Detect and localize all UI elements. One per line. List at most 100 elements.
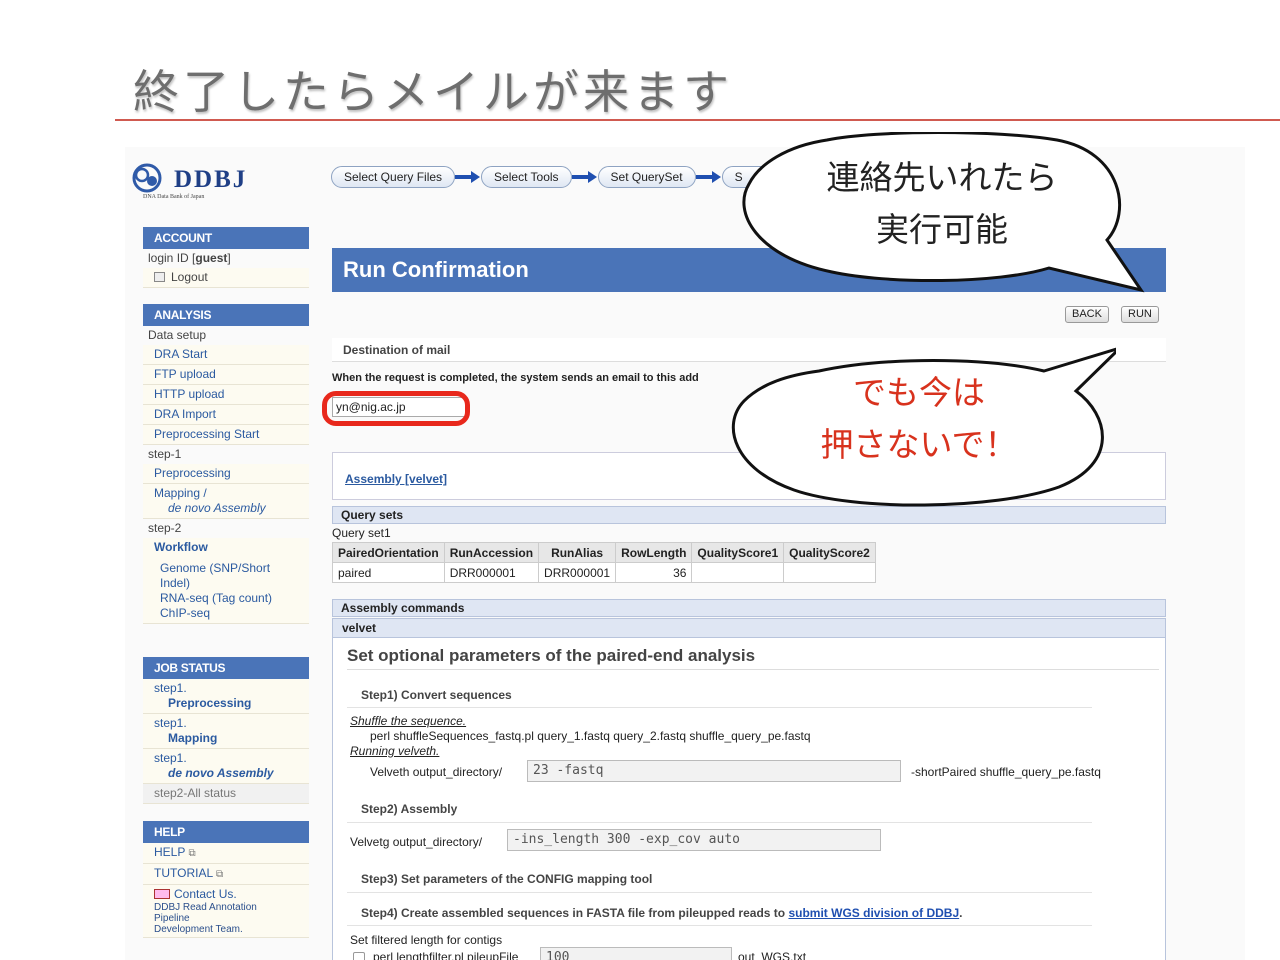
external-link-icon: ⧉ bbox=[188, 848, 196, 859]
col-header: RunAccession bbox=[443, 542, 540, 563]
wf-chipseq[interactable]: ChIP-seq bbox=[160, 606, 309, 621]
destination-note: When the request is completed, the syste… bbox=[332, 372, 699, 384]
email-highlight-ring bbox=[322, 391, 470, 426]
ddbj-logo-icon bbox=[132, 163, 162, 193]
job-status-section: JOB STATUS step1. Preprocessing step1. M… bbox=[143, 657, 309, 804]
col-header: PairedOrientation bbox=[332, 542, 445, 563]
col-header: RunAlias bbox=[538, 542, 617, 563]
account-section: ACCOUNT login ID [guest] Logout bbox=[143, 227, 309, 288]
job-all-status[interactable]: step2-All status bbox=[143, 784, 309, 804]
logo-text: DDBJ bbox=[174, 166, 248, 193]
callout-top-text: 連絡先いれたら 実行可能 bbox=[826, 158, 1058, 249]
contact-link[interactable]: Contact Us. DDBJ Read Annotation Pipelin… bbox=[143, 885, 309, 938]
sidebar-item-http-upload[interactable]: HTTP upload bbox=[143, 385, 309, 405]
ddbj-logo[interactable]: DDBJ bbox=[130, 162, 310, 207]
velvet-header: velvet bbox=[333, 619, 1165, 638]
step-arrow-icon bbox=[571, 171, 598, 183]
wf-indel[interactable]: Indel) bbox=[160, 576, 309, 591]
shuffle-command: perl shuffleSequences_fastq.pl query_1.f… bbox=[370, 729, 811, 743]
velvetg-input[interactable]: -ins_length 300 -exp_cov auto bbox=[507, 829, 881, 851]
job-preprocessing[interactable]: step1. Preprocessing bbox=[143, 679, 309, 714]
sidebar-item-mapping[interactable]: Mapping / de novo Assembly bbox=[143, 484, 309, 519]
job-denovo-assembly[interactable]: step1. de novo Assembly bbox=[143, 749, 309, 784]
login-id: login ID [guest] bbox=[148, 251, 231, 265]
divider bbox=[347, 669, 1159, 670]
cell: DRR000001 bbox=[443, 562, 540, 583]
data-setup-label: Data setup bbox=[148, 328, 207, 342]
divider bbox=[347, 892, 1092, 893]
wf-genome[interactable]: Genome (SNP/Short bbox=[160, 561, 309, 576]
table-row: paired DRR000001 DRR000001 36 bbox=[332, 562, 876, 583]
col-header: QualityScore1 bbox=[691, 542, 785, 563]
submit-wgs-link[interactable]: submit WGS division of DDBJ bbox=[788, 906, 959, 920]
help-header: HELP bbox=[143, 821, 309, 843]
slide-title: 終了したらメイルが来ます bbox=[133, 65, 733, 119]
callout-middle-text: でも今は 押さないで！ bbox=[820, 373, 1018, 464]
sidebar-item-preprocessing[interactable]: Preprocessing bbox=[143, 464, 309, 484]
account-header: ACCOUNT bbox=[143, 227, 309, 249]
query-set-name: Query set1 bbox=[332, 526, 391, 540]
help-link[interactable]: HELP ⧉ bbox=[143, 843, 309, 864]
sidebar-item-ftp-upload[interactable]: FTP upload bbox=[143, 365, 309, 385]
filter-input[interactable]: 100 bbox=[540, 947, 732, 960]
table-header-row: PairedOrientation RunAccession RunAlias … bbox=[332, 542, 876, 563]
analysis-section: ANALYSIS Data setup DRA Start FTP upload… bbox=[143, 304, 309, 624]
velveth-input[interactable]: 23 -fastq bbox=[527, 760, 901, 782]
assembly-commands-header: Assembly commands bbox=[332, 599, 1166, 617]
sidebar-item-dra-start[interactable]: DRA Start bbox=[143, 345, 309, 365]
logo-subtitle: DNA Data Bank of Japan bbox=[143, 194, 205, 200]
logout-icon bbox=[154, 272, 165, 282]
step-set-queryset[interactable]: Set QuerySet bbox=[597, 166, 696, 188]
query-table: PairedOrientation RunAccession RunAlias … bbox=[332, 542, 876, 583]
callout-middle: でも今は 押さないで！ bbox=[724, 345, 1116, 511]
step-select-query-files[interactable]: Select Query Files bbox=[331, 166, 456, 188]
mail-icon bbox=[154, 889, 170, 899]
step1-title: Step1) Convert sequences bbox=[361, 688, 512, 702]
filter-suffix: out_WGS.txt bbox=[738, 950, 807, 960]
cell: DRR000001 bbox=[538, 562, 617, 583]
callout-top: 連絡先いれたら 実行可能 bbox=[737, 132, 1151, 296]
col-header: RowLength bbox=[615, 542, 693, 563]
sidebar-item-workflow[interactable]: Workflow Genome (SNP/Short Indel) RNA-se… bbox=[143, 538, 309, 624]
help-section: HELP HELP ⧉ TUTORIAL ⧉ Contact Us. DDBJ … bbox=[143, 821, 309, 938]
divider bbox=[347, 822, 1092, 823]
step2-title: Step2) Assembly bbox=[361, 802, 458, 816]
job-mapping[interactable]: step1. Mapping bbox=[143, 714, 309, 749]
logout-link[interactable]: Logout bbox=[143, 268, 309, 288]
optional-params-title: Set optional parameters of the paired-en… bbox=[347, 646, 756, 665]
title-rule bbox=[115, 119, 1280, 121]
sidebar-item-dra-import[interactable]: DRA Import bbox=[143, 405, 309, 425]
cell bbox=[783, 562, 876, 583]
filter-command: perl lengthfilter.pl pileupFile bbox=[373, 950, 519, 960]
analysis-header: ANALYSIS bbox=[143, 304, 309, 326]
workflow-label: Workflow bbox=[154, 540, 208, 554]
col-header: QualityScore2 bbox=[783, 542, 876, 563]
shuffle-label: Shuffle the sequence. bbox=[350, 714, 467, 728]
step1-label: step-1 bbox=[148, 447, 182, 461]
step2-label: step-2 bbox=[148, 521, 182, 535]
back-button[interactable]: BACK bbox=[1065, 306, 1109, 323]
filter-label: Set filtered length for contigs bbox=[350, 933, 503, 947]
step-select-tools[interactable]: Select Tools bbox=[481, 166, 572, 188]
divider bbox=[347, 707, 1092, 708]
step4-title: Step4) Create assembled sequences in FAS… bbox=[361, 906, 963, 920]
sidebar-item-preprocessing-start[interactable]: Preprocessing Start bbox=[143, 425, 309, 445]
cell: paired bbox=[332, 562, 445, 583]
job-status-header: JOB STATUS bbox=[143, 657, 309, 679]
wf-rnaseq[interactable]: RNA-seq (Tag count) bbox=[160, 591, 309, 606]
step-arrow-icon bbox=[455, 171, 481, 183]
team-name: DDBJ Read Annotation Pipeline Developmen… bbox=[154, 902, 257, 935]
divider bbox=[347, 925, 1092, 926]
workflow-items: Genome (SNP/Short Indel) RNA-seq (Tag co… bbox=[154, 555, 309, 621]
run-button[interactable]: RUN bbox=[1121, 306, 1159, 323]
velvet-commands: velvet Set optional parameters of the pa… bbox=[332, 618, 1166, 960]
filter-checkbox[interactable] bbox=[353, 952, 365, 960]
velvetg-prefix: Velvetg output_directory/ bbox=[350, 835, 483, 849]
velveth-prefix: Velveth output_directory/ bbox=[370, 765, 503, 779]
tutorial-link[interactable]: TUTORIAL ⧉ bbox=[143, 864, 309, 885]
cell bbox=[691, 562, 785, 583]
step3-title: Step3) Set parameters of the CONFIG mapp… bbox=[361, 872, 653, 886]
step-arrow-icon bbox=[695, 171, 722, 183]
assembly-link[interactable]: Assembly [velvet] bbox=[345, 472, 447, 486]
cell: 36 bbox=[615, 562, 693, 583]
